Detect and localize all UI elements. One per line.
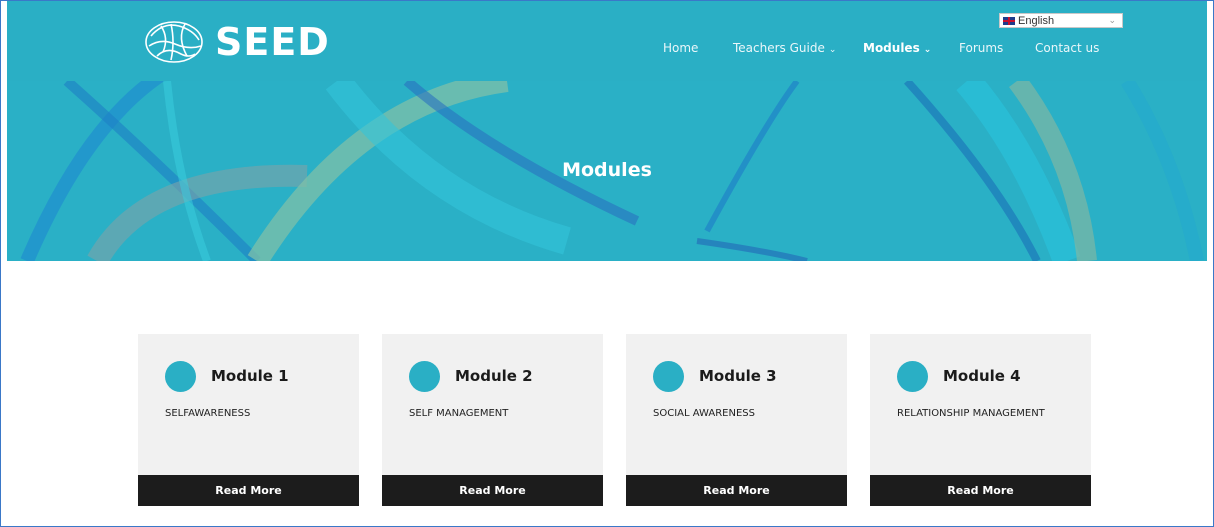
main-nav: Home Teachers Guide ⌄ Modules ⌄ Forums Con… — [7, 41, 1207, 57]
hero-banner: SEED Home Teachers Guide ⌄ Modules ⌄ Forum… — [7, 1, 1207, 261]
page-title: Modules — [562, 159, 652, 181]
module-card-2: Module 2 SELF MANAGEMENT Read More — [382, 334, 603, 506]
module-subtitle: SOCIAL AWARENESS — [653, 408, 755, 419]
read-more-button[interactable]: Read More — [138, 475, 359, 506]
module-title: Module 1 — [211, 367, 289, 385]
read-more-button[interactable]: Read More — [382, 475, 603, 506]
chevron-down-icon: ⌄ — [923, 45, 932, 55]
nav-contact[interactable]: Contact us — [1035, 41, 1099, 55]
nav-home[interactable]: Home — [663, 41, 698, 55]
module-title: Module 3 — [699, 367, 777, 385]
language-selector[interactable]: English ⌄ — [999, 13, 1123, 28]
module-circle-icon — [165, 361, 196, 392]
nav-modules-label: Modules — [863, 41, 920, 55]
chevron-down-icon: ⌄ — [1108, 15, 1116, 25]
module-circle-icon — [897, 361, 928, 392]
browser-viewport: SEED Home Teachers Guide ⌄ Modules ⌄ Forum… — [0, 0, 1214, 527]
module-title: Module 2 — [455, 367, 533, 385]
uk-flag-icon — [1003, 16, 1015, 25]
module-subtitle: SELFAWARENESS — [165, 408, 251, 419]
module-circle-icon — [409, 361, 440, 392]
module-card-1: Module 1 SELFAWARENESS Read More — [138, 334, 359, 506]
module-subtitle: RELATIONSHIP MANAGEMENT — [897, 408, 1045, 419]
read-more-button[interactable]: Read More — [626, 475, 847, 506]
nav-forums[interactable]: Forums — [959, 41, 1003, 55]
nav-modules[interactable]: Modules ⌄ — [863, 41, 931, 55]
module-card-3: Module 3 SOCIAL AWARENESS Read More — [626, 334, 847, 506]
module-card-4: Module 4 RELATIONSHIP MANAGEMENT Read Mo… — [870, 334, 1091, 506]
top-navigation-bar: SEED Home Teachers Guide ⌄ Modules ⌄ Forum… — [7, 1, 1207, 81]
module-circle-icon — [653, 361, 684, 392]
module-subtitle: SELF MANAGEMENT — [409, 408, 509, 419]
nav-teachers-guide[interactable]: Teachers Guide ⌄ — [733, 41, 836, 55]
chevron-down-icon: ⌄ — [828, 45, 837, 55]
language-selected: English — [1018, 14, 1055, 27]
nav-teachers-guide-label: Teachers Guide — [733, 41, 825, 55]
module-title: Module 4 — [943, 367, 1021, 385]
read-more-button[interactable]: Read More — [870, 475, 1091, 506]
